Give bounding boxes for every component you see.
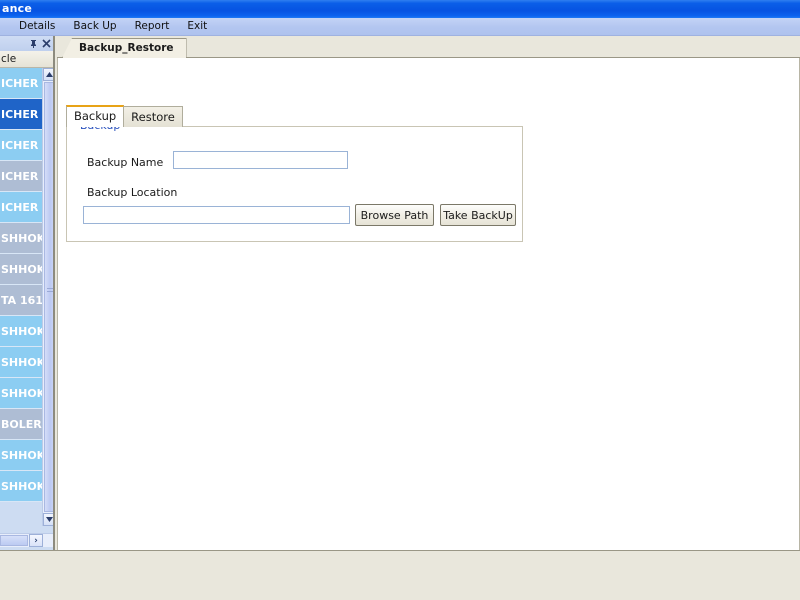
horizontal-scroll-thumb[interactable] — [0, 535, 28, 546]
document-tab-strip: Backup_Restore — [57, 36, 800, 58]
window-titlebar: ance — [0, 0, 800, 18]
menu-bar: Details Back Up Report Exit — [0, 18, 800, 36]
tab-backup-restore[interactable]: Backup_Restore — [62, 38, 187, 58]
list-item[interactable]: SHHOK — [0, 440, 42, 471]
list-item[interactable]: ICHER — [0, 68, 42, 99]
list-item[interactable]: ICHER — [0, 192, 42, 223]
list-item[interactable]: SHHOK — [0, 378, 42, 409]
vehicle-list: ICHER ICHER ICHER ICHER ICHER SHHOK SHHO… — [0, 68, 42, 526]
scroll-right-icon[interactable]: › — [29, 534, 43, 547]
application-window: ance Details Back Up Report Exit cle ICH… — [0, 0, 800, 600]
inner-tab-strip: Backup Restore — [66, 105, 183, 127]
scroll-down-icon[interactable] — [43, 513, 53, 526]
list-item[interactable]: ICHER — [0, 161, 42, 192]
client-surface: Backup Restore Backup Backup Name Backup… — [57, 58, 800, 581]
status-strip — [0, 550, 800, 600]
list-vertical-scrollbar[interactable] — [42, 68, 53, 526]
tab-backup[interactable]: Backup — [66, 105, 125, 127]
list-item[interactable]: ICHER — [0, 130, 42, 161]
backup-name-input[interactable] — [173, 151, 348, 169]
tab-restore[interactable]: Restore — [123, 106, 183, 127]
window-title: ance — [2, 2, 33, 15]
list-item[interactable]: SHHOK — [0, 316, 42, 347]
grid-column-header[interactable]: cle — [0, 51, 53, 68]
vehicle-list-dock-panel: cle ICHER ICHER ICHER ICHER ICHER SHHOK … — [0, 36, 55, 581]
menu-item-details[interactable]: Details — [10, 18, 64, 35]
backup-group-panel: Backup Backup Name Backup Location Brows… — [66, 119, 523, 242]
backup-location-label: Backup Location — [87, 186, 178, 199]
menu-item-backup[interactable]: Back Up — [64, 18, 125, 35]
list-item[interactable]: TA 1613 — [0, 285, 42, 316]
list-item[interactable]: SHHOK — [0, 254, 42, 285]
menu-item-exit[interactable]: Exit — [178, 18, 216, 35]
backup-name-label: Backup Name — [87, 156, 164, 169]
list-item[interactable]: SHHOK — [0, 347, 42, 378]
browse-path-button[interactable]: Browse Path — [355, 204, 434, 226]
menu-item-report[interactable]: Report — [126, 18, 179, 35]
backup-location-input[interactable] — [83, 206, 350, 224]
list-item[interactable]: SHHOK — [0, 471, 42, 502]
main-content-area: Backup_Restore Backup Restore Backup Bac… — [57, 36, 800, 581]
list-horizontal-scrollbar[interactable]: › — [0, 533, 53, 547]
take-backup-button[interactable]: Take BackUp — [440, 204, 516, 226]
body-area: cle ICHER ICHER ICHER ICHER ICHER SHHOK … — [0, 36, 800, 600]
vertical-scroll-thumb[interactable] — [44, 82, 53, 512]
dock-panel-caption — [0, 36, 53, 51]
pin-icon[interactable] — [29, 39, 38, 48]
close-icon[interactable] — [42, 39, 51, 48]
list-item[interactable]: ICHER — [0, 99, 42, 130]
list-item[interactable]: BOLERO — [0, 409, 42, 440]
scroll-up-icon[interactable] — [43, 68, 53, 81]
list-item[interactable]: SHHOK — [0, 223, 42, 254]
backup-restore-tab-control: Backup Restore Backup Backup Name Backup… — [66, 105, 526, 242]
scroll-thumb-grip — [47, 288, 53, 294]
